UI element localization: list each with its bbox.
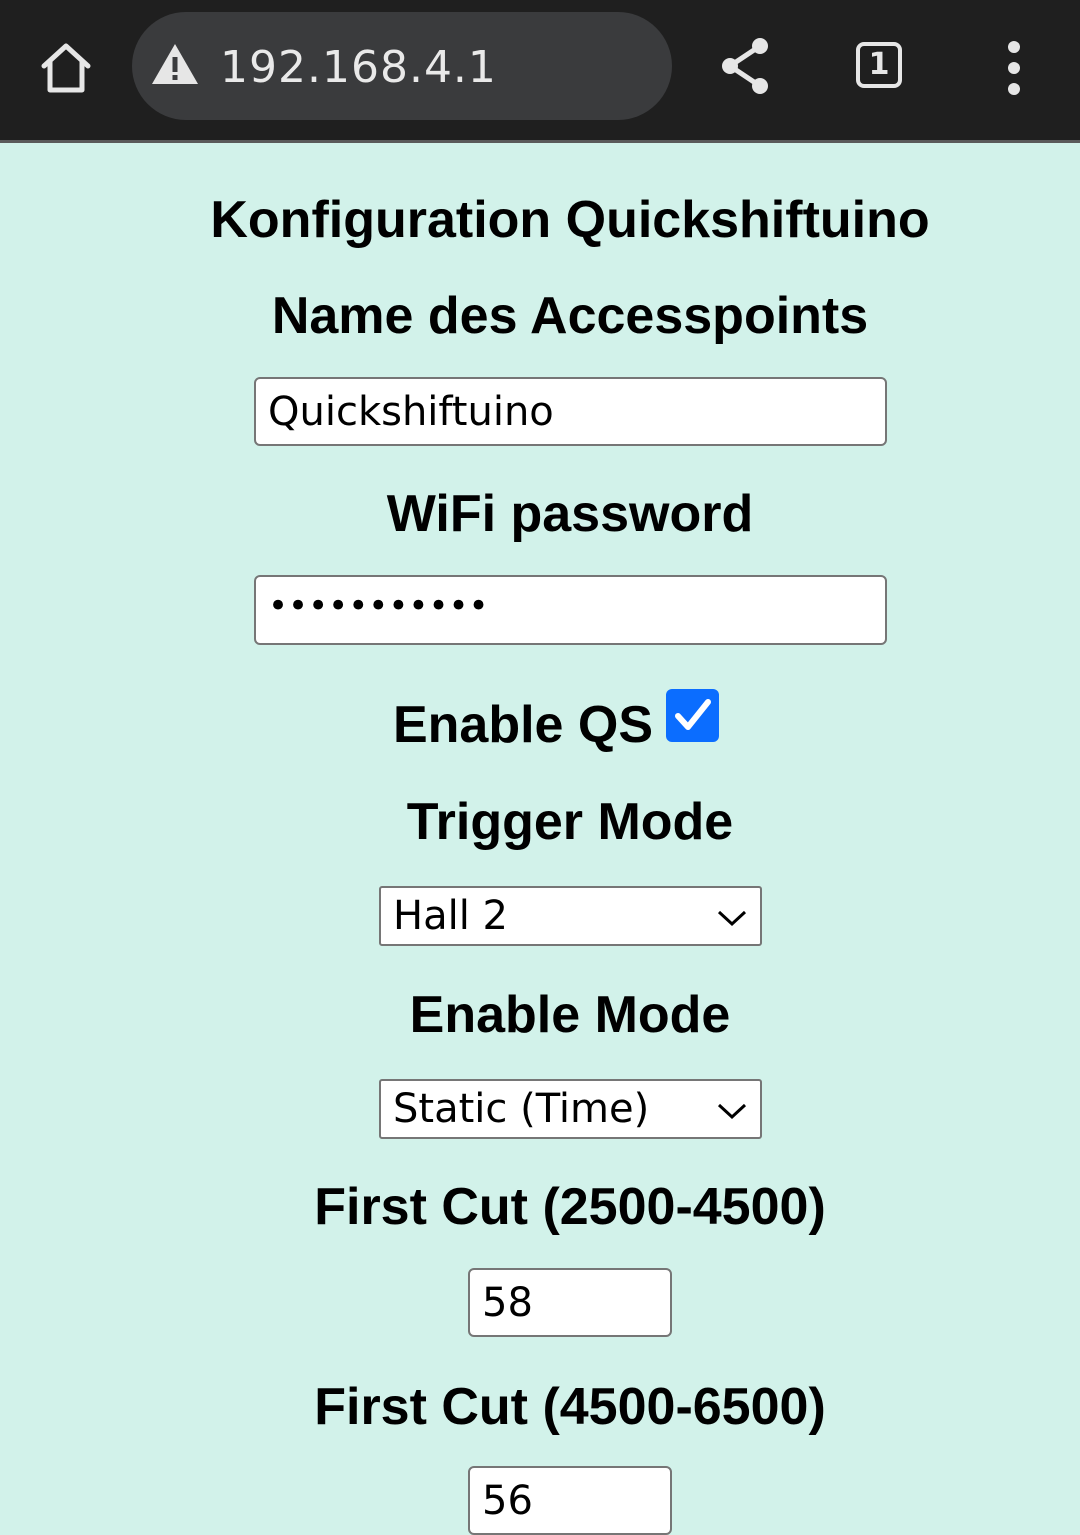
- home-icon[interactable]: [36, 38, 96, 98]
- enable-mode-value: Static (Time): [393, 1086, 650, 1132]
- enable-qs-checkbox[interactable]: [666, 689, 719, 742]
- chevron-down-icon: [717, 1103, 747, 1120]
- trigger-mode-value: Hall 2: [393, 893, 508, 939]
- enable-qs-label: Enable QS: [392, 696, 654, 754]
- enable-mode-label: Enable Mode: [409, 986, 731, 1044]
- first-cut-1-input[interactable]: 58: [468, 1268, 672, 1337]
- first-cut-2-label: First Cut (4500-6500): [314, 1378, 826, 1436]
- first-cut-2-value: 56: [482, 1477, 533, 1524]
- wifi-password-mask: •••••••••••: [268, 586, 489, 627]
- checkmark-icon: [675, 699, 711, 730]
- address-bar[interactable]: 192.168.4.1: [132, 12, 672, 120]
- first-cut-1-label: First Cut (2500-4500): [314, 1178, 826, 1236]
- chevron-down-icon: [717, 910, 747, 927]
- url-text: 192.168.4.1: [220, 42, 497, 93]
- ap-name-value: Quickshiftuino: [268, 388, 554, 435]
- first-cut-2-input[interactable]: 56: [468, 1466, 672, 1535]
- trigger-mode-select[interactable]: Hall 2: [379, 886, 762, 946]
- warning-icon: [150, 40, 200, 90]
- tabs-icon[interactable]: 1: [856, 42, 902, 88]
- share-icon[interactable]: [716, 36, 776, 96]
- trigger-mode-label: Trigger Mode: [406, 793, 734, 851]
- browser-toolbar: 192.168.4.1 1: [0, 0, 1080, 143]
- enable-mode-select[interactable]: Static (Time): [379, 1079, 762, 1139]
- tab-count: 1: [868, 47, 890, 82]
- wifi-password-input[interactable]: •••••••••••: [254, 575, 887, 645]
- ap-name-label: Name des Accesspoints: [271, 287, 869, 345]
- page-title: Konfiguration Quickshiftuino: [210, 191, 930, 249]
- more-vert-icon[interactable]: [1000, 40, 1028, 96]
- ap-name-input[interactable]: Quickshiftuino: [254, 377, 887, 446]
- first-cut-1-value: 58: [482, 1279, 533, 1326]
- wifi-password-label: WiFi password: [386, 485, 754, 543]
